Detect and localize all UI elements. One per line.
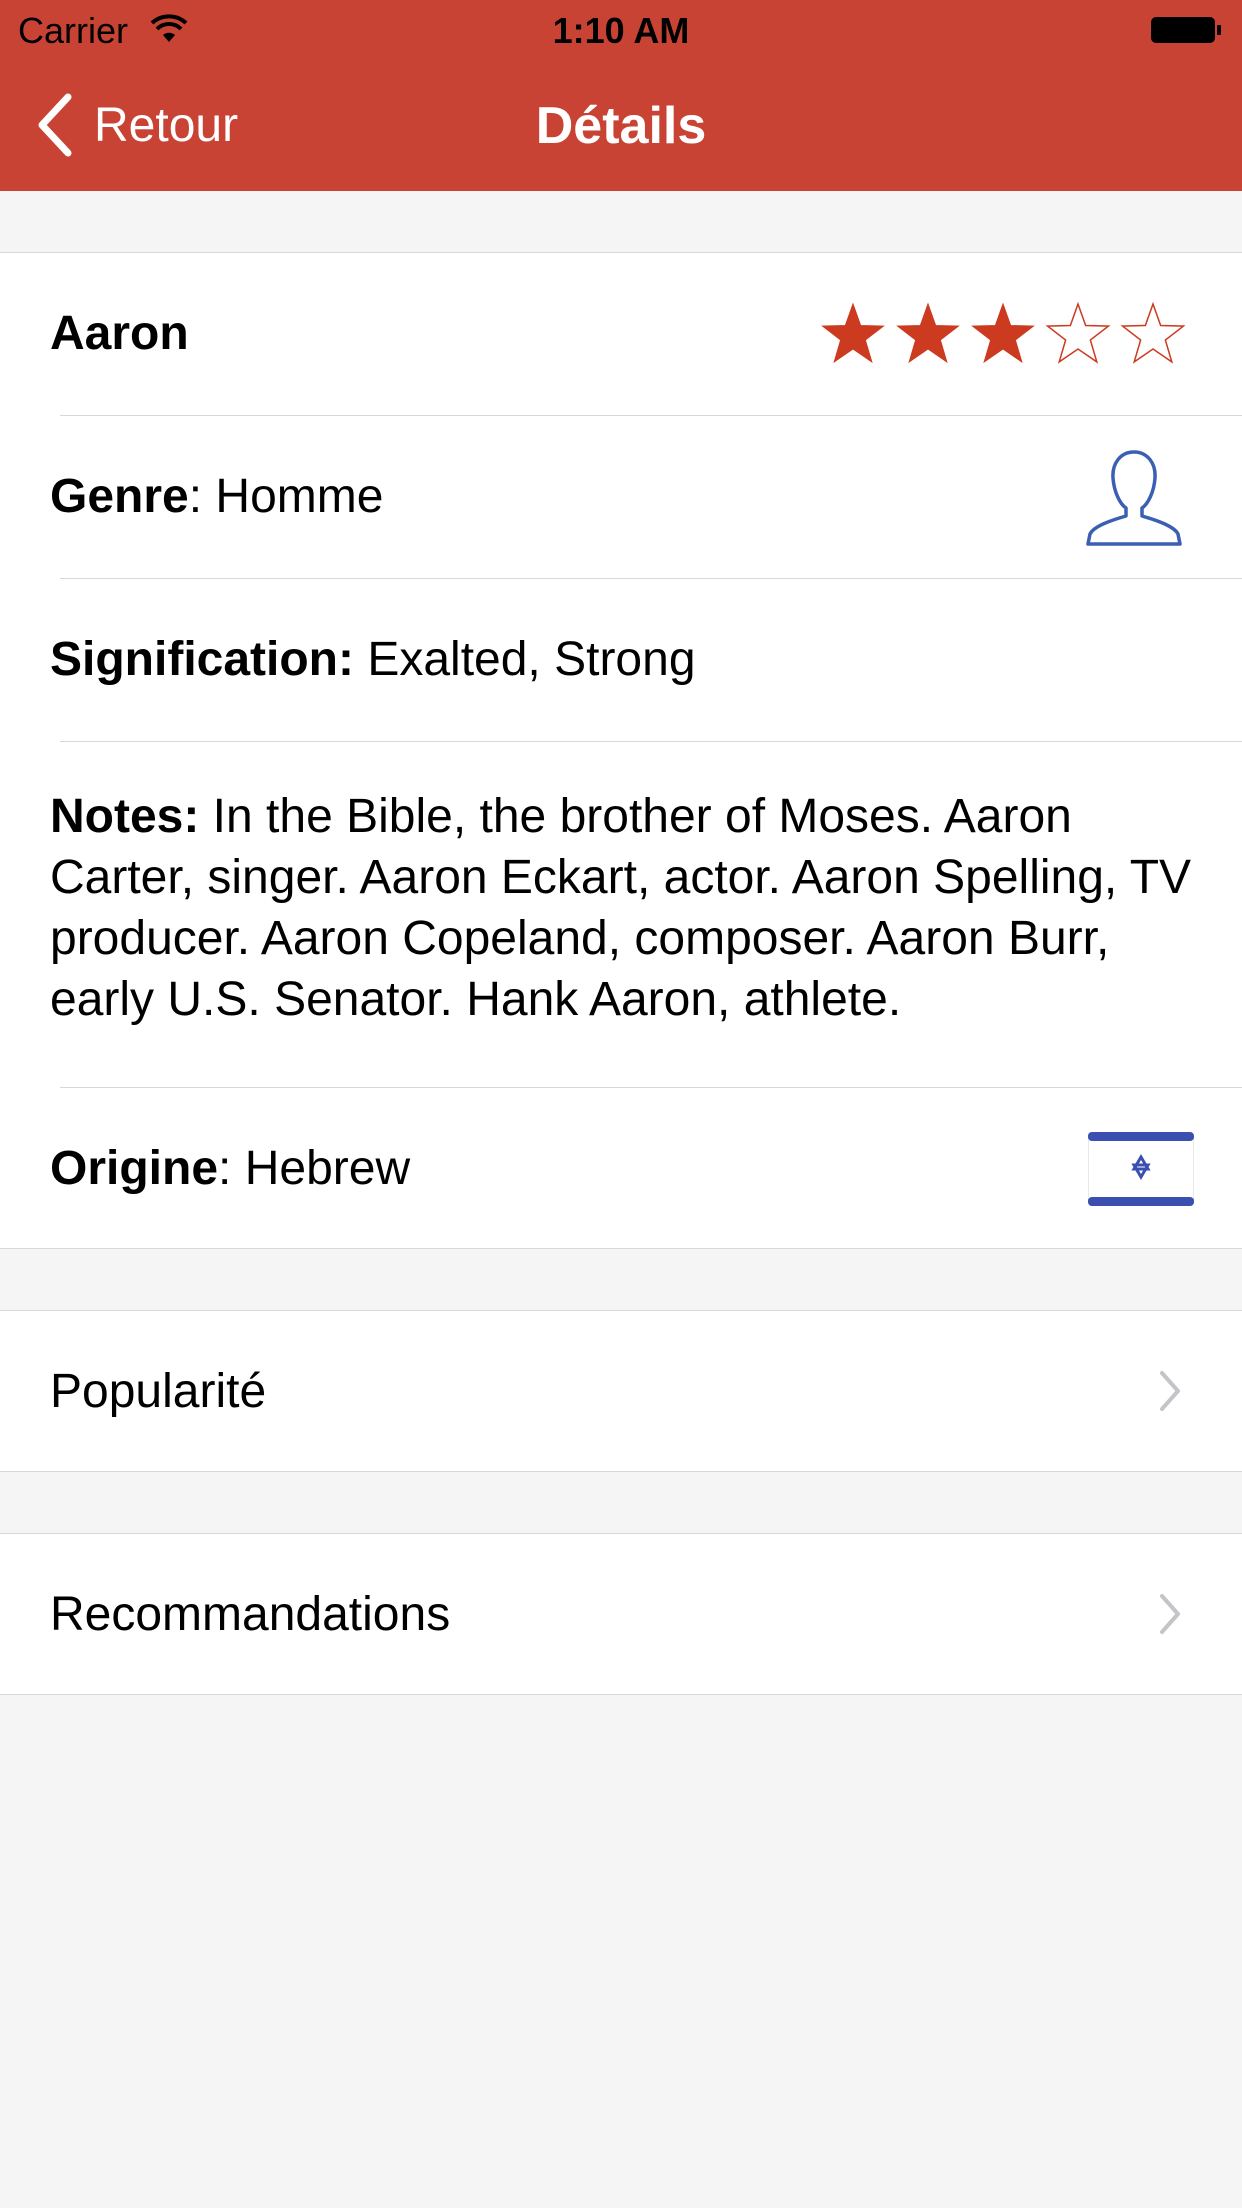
name-label: Aaron <box>50 307 189 360</box>
star-filled-icon[interactable] <box>968 299 1038 369</box>
notes-label: Notes: <box>50 790 200 843</box>
meaning-label: Signification: <box>50 633 354 686</box>
recommendations-label: Recommandations <box>50 1588 451 1641</box>
person-icon <box>1086 450 1182 546</box>
origin-value: : Hebrew <box>218 1142 411 1195</box>
gender-label: Genre <box>50 470 189 523</box>
meaning-text: Signification: Exalted, Strong <box>50 629 696 691</box>
star-filled-icon[interactable] <box>818 299 888 369</box>
origin-label: Origine <box>50 1142 219 1195</box>
navigation-header: Carrier 1:10 AM Retour Détails <box>0 0 1242 191</box>
details-list: Aaron Genre: Homme Signification: Exalte… <box>0 252 1242 1249</box>
meaning-value: Exalted, Strong <box>353 633 696 686</box>
star-empty-icon[interactable] <box>1043 299 1113 369</box>
star-filled-icon[interactable] <box>893 299 963 369</box>
name-row: Aaron <box>0 253 1242 415</box>
chevron-right-icon <box>1160 1594 1180 1634</box>
popularity-label: Popularité <box>50 1365 267 1418</box>
origin-text: Origine: Hebrew <box>50 1138 410 1200</box>
recommendations-link[interactable]: Recommandations <box>0 1533 1242 1695</box>
meaning-row: Signification: Exalted, Strong <box>0 579 1242 741</box>
page-title: Détails <box>535 97 707 155</box>
rating-stars[interactable] <box>818 253 1193 415</box>
star-empty-icon[interactable] <box>1118 299 1188 369</box>
gender-row: Genre: Homme <box>0 416 1242 578</box>
notes-row: Notes: In the Bible, the brother of Mose… <box>0 742 1242 1087</box>
origin-row: Origine: Hebrew <box>0 1088 1242 1250</box>
chevron-right-icon <box>1160 1371 1180 1411</box>
israel-flag-icon <box>1088 1132 1194 1206</box>
battery-icon <box>1151 17 1221 43</box>
notes-text: Notes: In the Bible, the brother of Mose… <box>50 786 1210 1030</box>
popularity-link[interactable]: Popularité <box>0 1310 1242 1472</box>
gender-value: : Homme <box>188 470 384 523</box>
gender-text: Genre: Homme <box>50 466 383 528</box>
notes-value: In the Bible, the brother of Moses. Aaro… <box>50 790 1192 1026</box>
status-time: 1:10 AM <box>552 10 690 51</box>
status-bar: Carrier 1:10 AM <box>0 0 1242 60</box>
